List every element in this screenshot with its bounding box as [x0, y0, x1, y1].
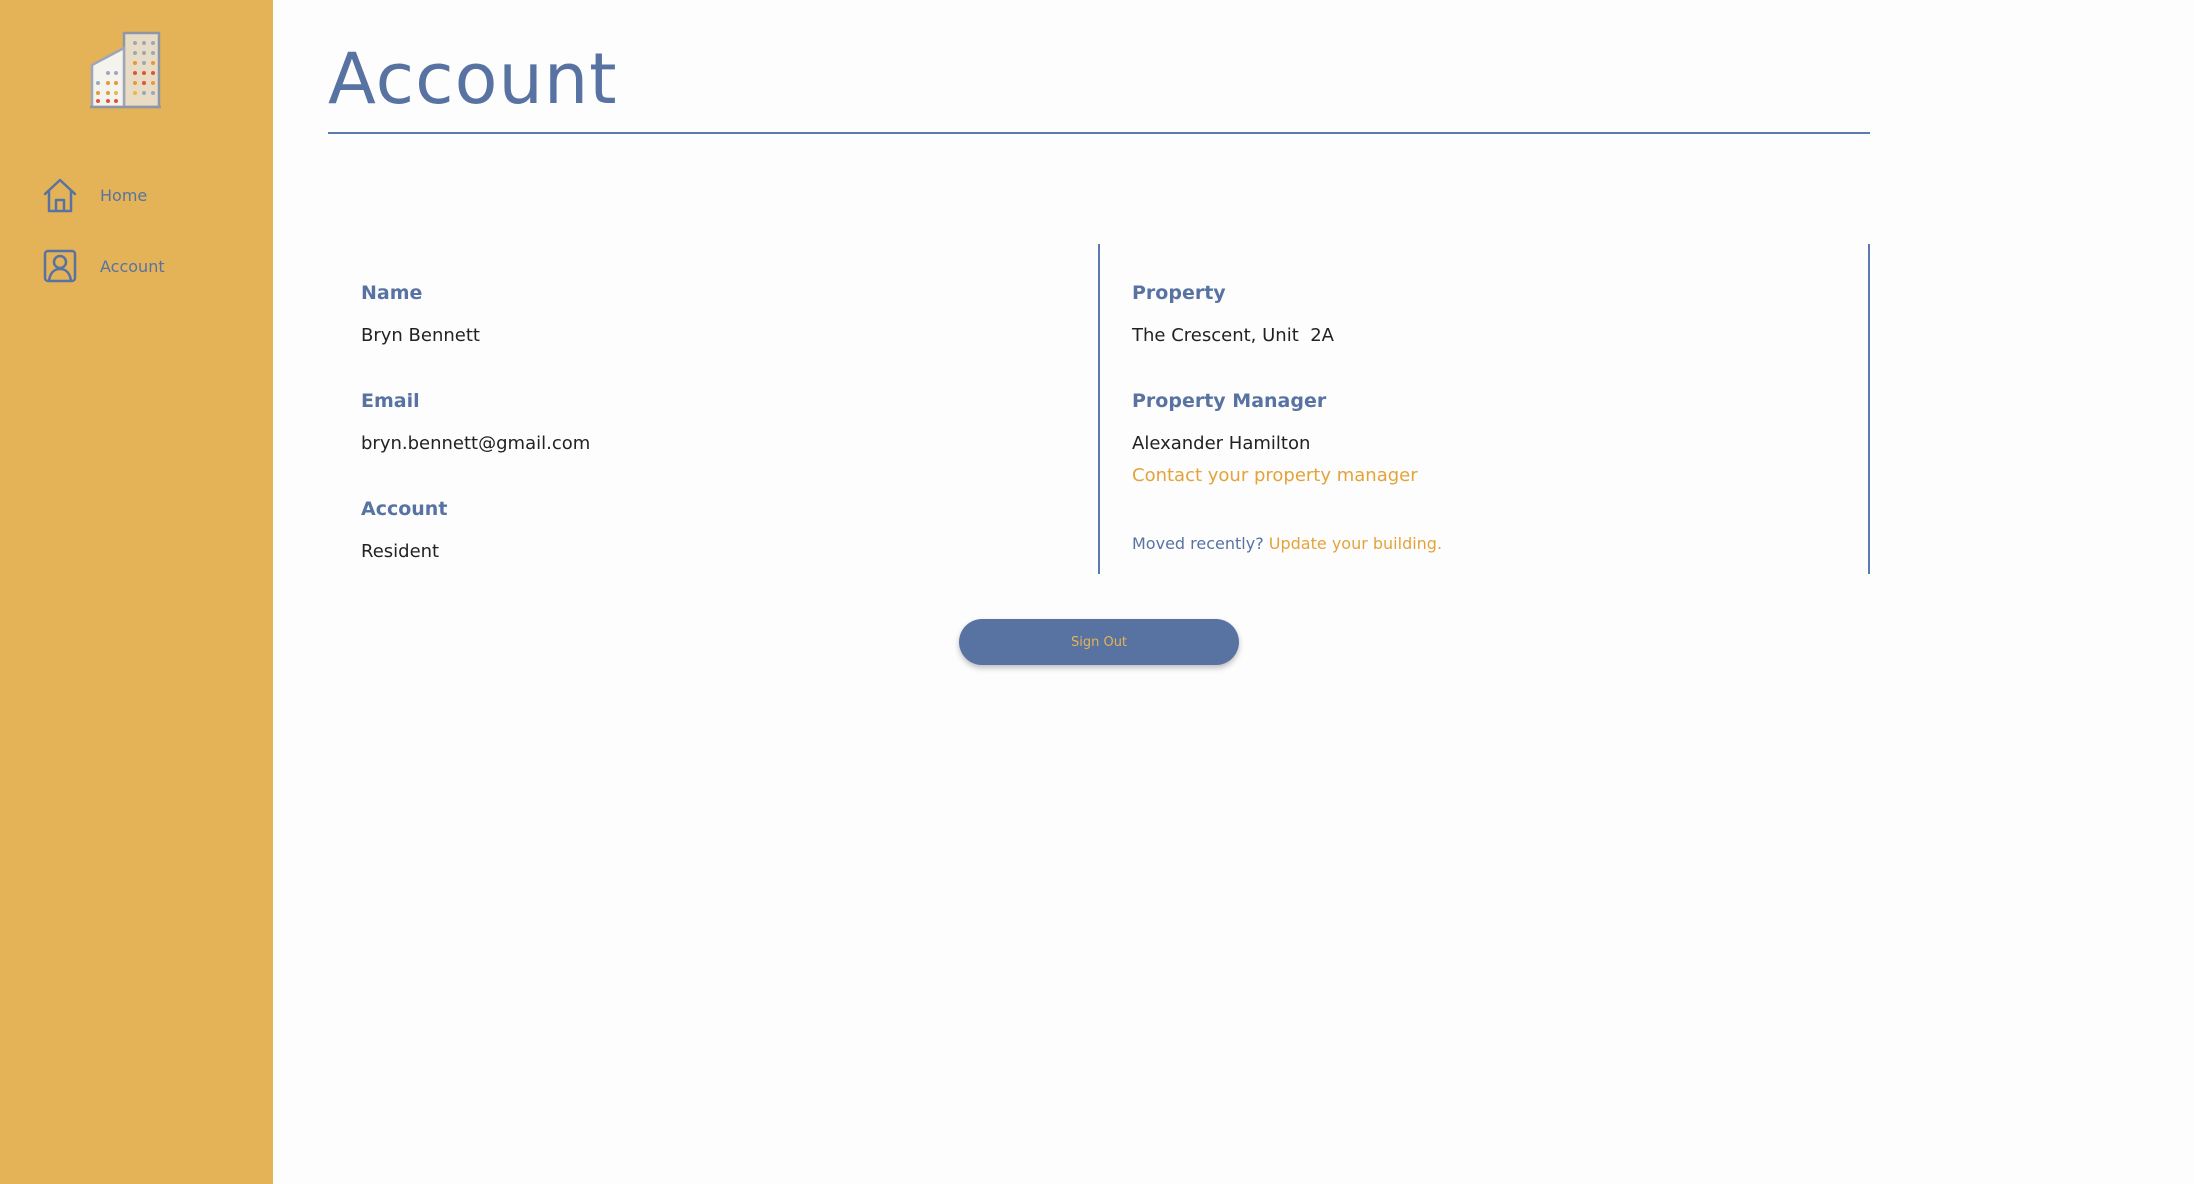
property-manager-label: Property Manager	[1132, 390, 1327, 412]
account-label: Account	[361, 498, 448, 520]
user-icon	[40, 246, 80, 286]
email-value: bryn.bennett@gmail.com	[361, 433, 591, 454]
moved-recently-line: Moved recently? Update your building.	[1132, 534, 1442, 553]
update-building-link[interactable]: Update your building.	[1269, 534, 1442, 553]
property-value: The Crescent, Unit 2A	[1132, 325, 1334, 346]
home-icon	[40, 175, 80, 215]
sidebar-item-label: Home	[100, 185, 148, 205]
page-title: Account	[328, 38, 618, 120]
moved-recently-text: Moved recently?	[1132, 534, 1264, 553]
sign-out-button[interactable]: Sign Out	[959, 619, 1239, 665]
sidebar-item-label: Account	[100, 256, 165, 276]
email-label: Email	[361, 390, 420, 412]
property-manager-value: Alexander Hamilton	[1132, 433, 1311, 454]
building-logo-icon	[88, 30, 164, 112]
sidebar: Home Account	[0, 0, 273, 1184]
sidebar-item-home[interactable]: Home	[40, 171, 260, 219]
account-value: Resident	[361, 541, 440, 562]
sidebar-item-account[interactable]: Account	[40, 242, 260, 290]
name-label: Name	[361, 282, 423, 304]
property-label: Property	[1132, 282, 1226, 304]
name-value: Bryn Bennett	[361, 325, 480, 346]
panel-border-right	[1868, 244, 1870, 574]
title-divider	[328, 132, 1870, 134]
main-content: Account Name Bryn Bennett Email bryn.ben…	[273, 0, 2194, 1184]
panel-divider	[1098, 244, 1100, 574]
contact-manager-link[interactable]: Contact your property manager	[1132, 465, 1418, 486]
